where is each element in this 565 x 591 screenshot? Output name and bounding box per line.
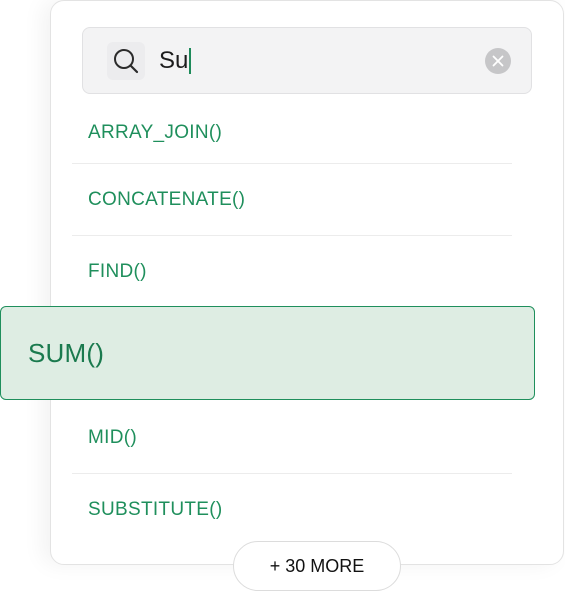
function-picker: Su ARRAY_JOIN() CONCATENATE() FIND() SUM…: [0, 0, 565, 591]
clear-search-button[interactable]: [485, 48, 511, 74]
result-item-array-join[interactable]: ARRAY_JOIN(): [72, 102, 512, 164]
result-item-label: CONCATENATE(): [88, 188, 246, 210]
result-item-label: FIND(): [88, 261, 147, 282]
result-item-label: ARRAY_JOIN(): [88, 121, 223, 143]
close-icon: [492, 55, 504, 67]
result-item-label: SUM(): [28, 337, 105, 368]
show-more-button[interactable]: + 30 MORE: [233, 541, 401, 591]
result-item-sum-highlighted[interactable]: SUM(): [0, 306, 535, 400]
text-caret: [189, 48, 192, 74]
result-item-label: MID(): [88, 426, 137, 448]
result-item-label: SUBSTITUTE(): [88, 499, 223, 520]
result-item-mid[interactable]: MID(): [72, 402, 512, 474]
show-more-label: + 30 MORE: [269, 555, 365, 576]
search-box[interactable]: Su: [82, 27, 532, 94]
result-item-find[interactable]: FIND(): [72, 236, 512, 308]
search-input-value: Su: [159, 47, 189, 74]
result-item-concatenate[interactable]: CONCATENATE(): [72, 164, 512, 236]
result-item-substitute[interactable]: SUBSTITUTE(): [72, 474, 512, 546]
search-icon: [107, 42, 145, 80]
search-input[interactable]: Su: [159, 46, 459, 76]
